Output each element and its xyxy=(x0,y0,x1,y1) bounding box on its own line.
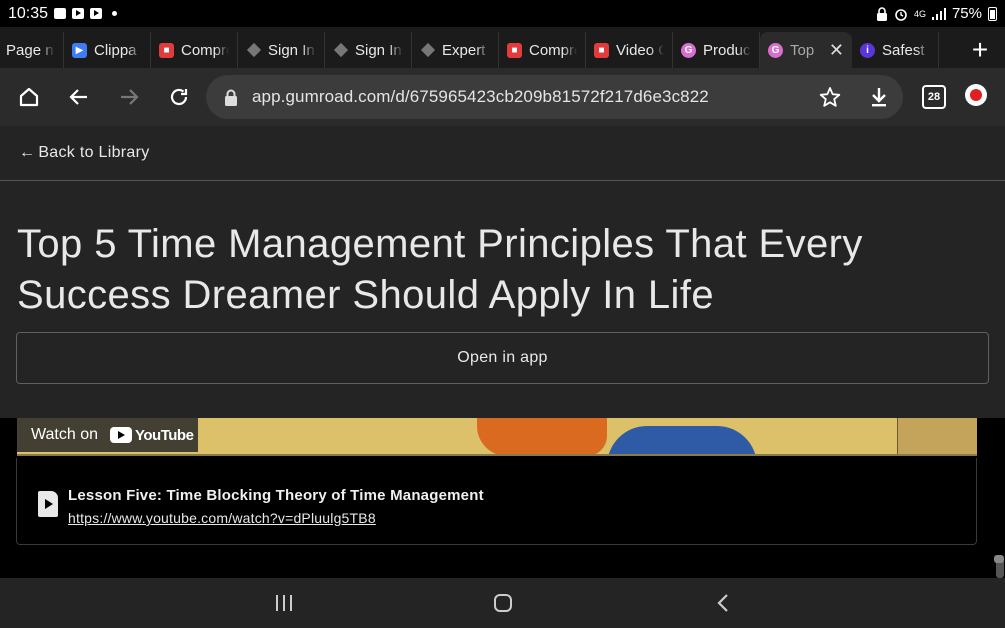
recent-apps-button[interactable] xyxy=(262,586,306,620)
layers-icon xyxy=(333,43,348,58)
back-link-label: Back to Library xyxy=(38,144,150,161)
tab-7[interactable]: ■ Compre xyxy=(499,32,586,68)
signal-icon xyxy=(931,7,946,20)
video-frame-shape xyxy=(477,418,607,454)
page-content: ← Back to Library Top 5 Time Management … xyxy=(0,126,1005,578)
home-button[interactable] xyxy=(4,72,54,122)
tab-active[interactable]: G Top ✕ xyxy=(760,32,852,68)
recent-apps-icon xyxy=(276,595,292,611)
home-nav-button[interactable] xyxy=(481,586,525,620)
url-text[interactable]: app.gumroad.com/d/675965423cb209b81572f2… xyxy=(252,87,709,107)
tab-6[interactable]: Expert xyxy=(412,32,499,68)
gumroad-icon: G xyxy=(681,42,696,58)
status-bar: 10:35 4G 75% xyxy=(0,0,1005,27)
home-icon xyxy=(19,87,39,107)
scrollbar-thumb[interactable] xyxy=(994,555,1004,563)
record-icon: ■ xyxy=(507,42,522,58)
back-button[interactable] xyxy=(54,72,104,122)
reload-button[interactable] xyxy=(154,72,204,122)
layers-icon xyxy=(246,43,261,58)
back-nav-button[interactable] xyxy=(701,586,745,620)
network-type: 4G xyxy=(913,8,926,19)
arrow-left-small-icon: ← xyxy=(19,144,36,161)
youtube-notification-icon-2 xyxy=(90,8,103,19)
extension-icon[interactable] xyxy=(965,84,987,106)
bookmark-star-icon[interactable] xyxy=(819,86,841,108)
watch-on-youtube-button[interactable]: Watch on YouTube xyxy=(17,418,198,452)
youtube-logo: YouTube xyxy=(110,426,194,444)
tab-3[interactable]: ■ Compre xyxy=(151,32,238,68)
arrow-left-icon xyxy=(69,89,87,105)
system-nav-bar xyxy=(0,578,1005,628)
content-area: Watch on YouTube Lesson Five: Time Block… xyxy=(0,418,1005,578)
close-tab-icon[interactable]: ✕ xyxy=(829,40,844,61)
tab-2[interactable]: ▶ Clippa xyxy=(64,32,151,68)
tab-8[interactable]: ■ Video C xyxy=(586,32,673,68)
back-to-library-link[interactable]: ← Back to Library xyxy=(0,126,1005,181)
open-in-app-button[interactable]: Open in app xyxy=(16,332,989,384)
battery-percent: 75% xyxy=(951,5,982,22)
browser-toolbar: app.gumroad.com/d/675965423cb209b81572f2… xyxy=(0,68,1005,126)
tab-4[interactable]: Sign In xyxy=(238,32,325,68)
tab-1[interactable]: Page n xyxy=(0,32,64,68)
tab-switcher-button[interactable]: 28 xyxy=(922,85,946,109)
gumroad-icon: G xyxy=(768,42,783,58)
video-frame-shape xyxy=(897,418,977,454)
record-icon: ■ xyxy=(159,42,174,58)
battery-icon xyxy=(988,6,997,21)
layers-icon xyxy=(420,43,435,58)
page-title: Top 5 Time Management Principles That Ev… xyxy=(17,222,863,317)
tab-11[interactable]: i Safest xyxy=(852,32,939,68)
chevron-left-icon xyxy=(717,594,728,612)
download-icon[interactable] xyxy=(869,86,889,108)
alarm-icon xyxy=(895,8,907,21)
youtube-notification-icon xyxy=(72,8,85,19)
more-notifications-icon xyxy=(112,11,118,16)
lock-icon xyxy=(225,89,237,106)
info-icon: i xyxy=(860,42,875,58)
address-bar[interactable]: app.gumroad.com/d/675965423cb209b81572f2… xyxy=(206,75,903,119)
home-circle-icon xyxy=(494,594,512,612)
record-icon: ■ xyxy=(594,42,609,58)
gallery-notification-icon xyxy=(54,8,67,19)
reload-icon xyxy=(170,88,188,106)
clipchamp-icon: ▶ xyxy=(72,42,87,58)
video-frame-shape xyxy=(607,426,757,454)
new-tab-button[interactable]: + xyxy=(955,32,1005,68)
lesson-link[interactable]: https://www.youtube.com/watch?v=dPluulg5… xyxy=(68,510,376,526)
arrow-right-icon xyxy=(121,89,139,105)
watch-on-label: Watch on xyxy=(31,426,98,443)
youtube-play-icon xyxy=(110,427,132,443)
youtube-wordmark: YouTube xyxy=(135,426,194,444)
lesson-card: Lesson Five: Time Blocking Theory of Tim… xyxy=(16,458,977,545)
forward-button[interactable] xyxy=(104,72,154,122)
tab-5[interactable]: Sign In xyxy=(325,32,412,68)
lesson-title: Lesson Five: Time Blocking Theory of Tim… xyxy=(68,487,484,504)
status-time: 10:35 xyxy=(8,4,49,22)
tab-strip: Page n ▶ Clippa ■ Compre Sign In Sign In… xyxy=(0,27,1005,68)
video-file-icon xyxy=(38,491,58,517)
lock-status-icon xyxy=(876,6,887,21)
tab-9[interactable]: G Product xyxy=(673,32,760,68)
